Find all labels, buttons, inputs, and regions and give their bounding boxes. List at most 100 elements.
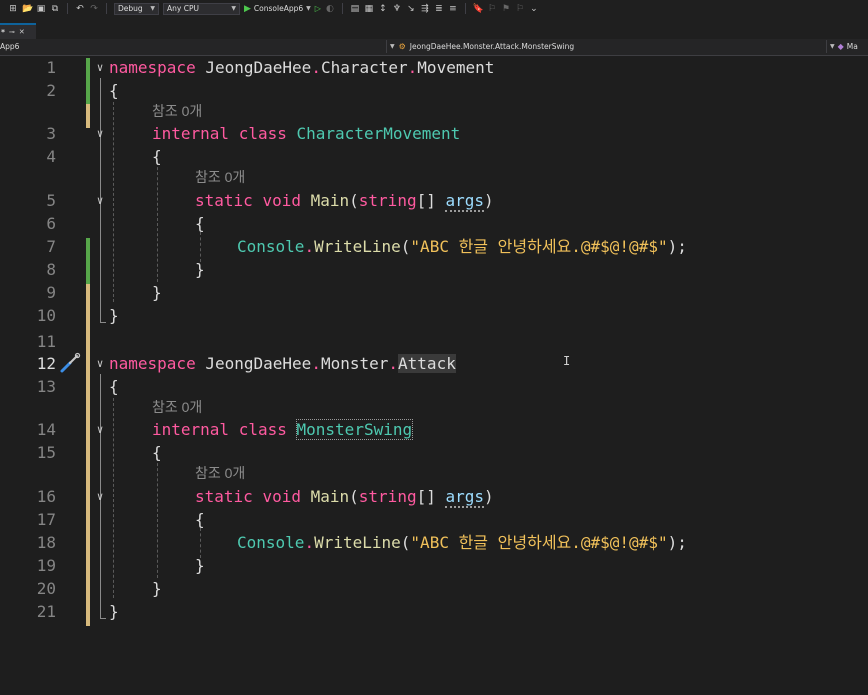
performance-icon[interactable]: ↘ <box>406 4 416 14</box>
pin-icon[interactable]: ⊸ <box>9 28 15 36</box>
start-without-debugging-icon[interactable]: ▷ <box>315 4 321 13</box>
open-brace: { <box>109 377 119 396</box>
configuration-dropdown[interactable]: Debug ▼ <box>114 2 159 15</box>
save-all-icon[interactable]: ⧉ <box>50 4 60 14</box>
collapse-chevron-icon[interactable]: ∨ <box>93 352 107 375</box>
platform-dropdown[interactable]: Any CPU ▼ <box>163 2 240 15</box>
close-brace: } <box>109 602 119 621</box>
collapse-chevron-icon[interactable]: ∨ <box>93 418 107 441</box>
method-icon: ◆ <box>837 42 844 51</box>
code-text: } <box>109 304 119 327</box>
code-line-9: 9 } <box>0 281 868 304</box>
bottom-edge <box>0 690 868 695</box>
type-console: Console <box>237 237 305 256</box>
code-text: } <box>195 258 205 281</box>
open-folder-icon[interactable]: 📂 <box>22 4 33 14</box>
paren-close: ) <box>484 487 494 506</box>
hot-reload-icon[interactable]: ◐ <box>325 4 335 14</box>
line-number: 7 <box>46 237 56 256</box>
line-number: 5 <box>46 191 56 210</box>
method-writeline: WriteLine <box>314 533 401 552</box>
collapse-chevron-icon[interactable]: ∨ <box>93 189 107 212</box>
chevron-down-icon: ▼ <box>306 5 311 12</box>
codelens-references[interactable]: 참조 0개 <box>152 102 202 120</box>
collapse-chevron-icon[interactable]: ∨ <box>93 56 107 79</box>
bookmark-icon[interactable]: 🔖 <box>473 4 484 14</box>
start-debugging-button[interactable]: ▶ ConsoleApp6 ▼ <box>244 4 311 14</box>
step-icon[interactable]: ↕ <box>378 4 388 14</box>
prev-bookmark-icon[interactable]: ⚐ <box>487 4 497 14</box>
toolbar-separator <box>341 3 343 14</box>
code-line-2: 2 { <box>0 79 868 102</box>
collapse-chevron-icon[interactable]: ∨ <box>93 485 107 508</box>
parameter-args: args <box>445 191 485 212</box>
class-icon: ⚙ <box>398 42 406 51</box>
code-text: internal class CharacterMovement <box>152 122 460 145</box>
type-scope-dropdown[interactable]: ▼ ⚙ JeongDaeHee.Monster.Attack.MonsterSw… <box>390 42 574 51</box>
code-text: { <box>195 508 205 531</box>
codelens-references[interactable]: 참조 0개 <box>195 168 245 186</box>
toolbar-overflow-icon[interactable]: ⌄ <box>529 4 539 14</box>
string-literal: "ABC 한글 안녕하세요.@#$@!@#$" <box>410 237 668 256</box>
screwdriver-icon[interactable] <box>58 351 82 375</box>
line-number: 1 <box>46 58 56 77</box>
line-number: 13 <box>36 377 56 396</box>
code-text: { <box>109 79 119 102</box>
navbar-divider <box>386 40 387 53</box>
code-text: { <box>152 145 162 168</box>
collapse-chevron-icon[interactable]: ∨ <box>93 122 107 145</box>
project-dropdown[interactable]: App6 <box>0 42 19 51</box>
line-number: 19 <box>36 556 56 575</box>
clear-bookmarks-icon[interactable]: ⚐ <box>515 4 525 14</box>
code-text: static void Main(string[] args) <box>195 485 494 508</box>
close-icon[interactable]: ✕ <box>19 28 25 36</box>
format-icon[interactable]: ⇶ <box>420 4 430 14</box>
line-number: 10 <box>36 306 56 325</box>
chevron-down-icon: ▼ <box>150 5 155 12</box>
line-number: 20 <box>36 579 56 598</box>
code-text: } <box>152 577 162 600</box>
run-target-label: ConsoleApp6 <box>253 4 304 13</box>
namespace-part: Character <box>320 58 408 77</box>
tab-program-cs[interactable]: * ⊸ ✕ <box>0 23 36 39</box>
code-text: } <box>109 600 119 623</box>
next-bookmark-icon[interactable]: ⚑ <box>501 4 511 14</box>
undo-icon[interactable]: ↶ <box>75 4 85 14</box>
member-dropdown[interactable]: ▼ ◆ Ma <box>830 42 858 51</box>
solution-explorer-icon[interactable]: ▤ <box>350 4 360 14</box>
code-line-17: 17 { <box>0 508 868 531</box>
code-line-16: 16 ∨ static void Main(string[] args) <box>0 485 868 508</box>
open-brace: { <box>195 214 205 233</box>
open-brace: { <box>152 443 162 462</box>
close-brace: } <box>152 283 162 302</box>
paren-open: ( <box>349 191 359 210</box>
member-label: Ma <box>846 42 858 51</box>
code-editor[interactable]: 1 ∨ namespace JeongDaeHee.Character.Move… <box>0 56 868 690</box>
keyword-class: class <box>238 124 287 143</box>
array-brackets: [] <box>416 487 436 506</box>
align-icon[interactable]: ≣ <box>434 4 444 14</box>
live-share-icon[interactable]: ♆ <box>392 4 402 14</box>
codelens-references[interactable]: 참조 0개 <box>195 464 245 482</box>
save-icon[interactable]: ▣ <box>36 4 46 14</box>
code-text: Console.WriteLine("ABC 한글 안녕하세요.@#$@!@#$… <box>237 531 687 554</box>
ibeam-cursor-icon: I <box>563 354 571 368</box>
dot-token: . <box>388 354 399 373</box>
paren-close: ) <box>484 191 494 210</box>
browser-link-icon[interactable]: ▦ <box>364 4 374 14</box>
codelens-references[interactable]: 참조 0개 <box>152 398 202 416</box>
keyword-internal: internal <box>152 420 230 439</box>
line-number: 8 <box>46 260 56 279</box>
keyword-void: void <box>262 191 301 210</box>
line-number: 15 <box>36 443 56 462</box>
main-toolbar: ⊞ 📂 ▣ ⧉ ↶ ↷ Debug ▼ Any CPU ▼ ▶ ConsoleA… <box>0 0 868 17</box>
keyword-string: string <box>358 487 417 506</box>
redo-icon[interactable]: ↷ <box>89 4 99 14</box>
string-literal: "ABC 한글 안녕하세요.@#$@!@#$" <box>410 533 668 552</box>
code-text: namespace JeongDaeHee.Character.Movement <box>109 56 494 79</box>
code-line-14: 14 ∨ internal class MonsterSwing <box>0 418 868 441</box>
new-item-icon[interactable]: ⊞ <box>8 4 18 14</box>
dot-token: . <box>407 58 418 77</box>
comment-icon[interactable]: ≡ <box>448 4 458 14</box>
code-text: { <box>152 441 162 464</box>
